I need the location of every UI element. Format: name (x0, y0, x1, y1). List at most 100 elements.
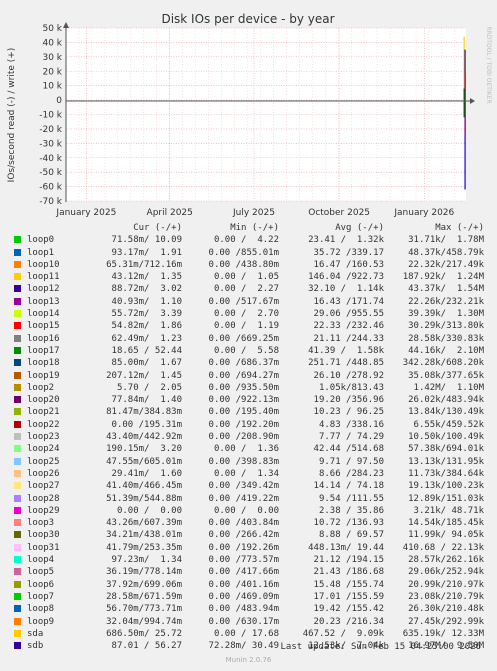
legend-min: 0.00 /469.09m (208, 591, 279, 602)
legend-row: loop29 0.00 / 0.00 0.00 / 0.00 2.38 / 35.86… (0, 505, 497, 517)
legend-max: 20.99k/210.97k (408, 579, 484, 590)
legend-max: 22.26k/232.21k (408, 296, 484, 307)
y-tick-label: -30 k (39, 139, 63, 149)
x-tick-label: April 2025 (147, 208, 193, 218)
legend-max: 13.84k/130.49k (408, 407, 484, 418)
legend-row: loop28 51.39m/544.88m 0.00 /419.22m 9.54 /1… (0, 493, 497, 505)
legend-min: 0.00 /192.26m (208, 542, 279, 553)
legend-avg: 29.06 /955.55 (313, 309, 384, 320)
legend-avg: 26.10 /278.92 (313, 370, 384, 381)
legend-swatch (14, 433, 21, 441)
legend-max: 342.28k/608.20k (402, 358, 484, 369)
legend-min: 0.00 /192.20m (208, 419, 279, 430)
legend-name: loop29 (27, 505, 60, 516)
x-axis-arrow (470, 98, 475, 104)
legend-swatch (14, 457, 21, 465)
legend-cur: 32.04m/994.74m (106, 616, 182, 627)
legend-row: loop14 55.72m/ 3.39 0.00 / 2.70 29.06 /955.… (0, 308, 497, 320)
legend-max: 13.13k/131.95k (408, 456, 484, 467)
legend-max: 35.08k/377.65k (408, 370, 484, 381)
legend-avg: 1.05k/813.43 (318, 382, 384, 393)
legend-cur: 97.23m/ 1.34 (111, 555, 182, 566)
legend-row: loop16 62.49m/ 1.23 0.00 /669.25m 21.11 /24… (0, 333, 497, 345)
legend-row: loop5 36.19m/778.14m 0.00 /417.66m 21.43 /1… (0, 566, 497, 578)
legend-name: loop18 (27, 358, 60, 369)
legend-avg: 19.20 /356.96 (313, 395, 384, 406)
legend-min: 0.00 /773.57m (208, 555, 279, 566)
legend-avg: 15.48 /155.74 (313, 579, 384, 590)
legend-min: 0.00 / 4.22 (213, 235, 279, 246)
legend-max: 44.16k/ 2.10M (408, 345, 484, 356)
legend-max: 28.58k/330.83k (408, 333, 484, 344)
legend-cur: 190.15m/ 3.20 (106, 444, 182, 455)
legend-max: 635.19k/ 12.33M (402, 628, 484, 639)
legend-row: loop21 81.47m/384.83m 0.00 /195.40m 10.23 /… (0, 406, 497, 418)
legend-min: 0.00 / 1.19 (213, 321, 279, 332)
legend-cur: 88.72m/ 3.02 (111, 284, 182, 295)
legend-row: loop12 88.72m/ 3.02 0.00 / 2.27 32.10 / 1.1… (0, 283, 497, 295)
legend-row: loop20 77.84m/ 1.40 0.00 /922.13m 19.20 /35… (0, 394, 497, 406)
legend-name: loop19 (27, 370, 60, 381)
legend-max: 6.55k/459.52k (413, 419, 484, 430)
legend-avg: 32.10 / 1.14k (308, 284, 384, 295)
legend-swatch (14, 617, 21, 625)
y-tick-label: -20 k (39, 125, 63, 135)
legend-min: 0.00 /208.90m (208, 432, 279, 443)
y-tick-label: -60 k (39, 183, 63, 193)
legend-max: 1.42M/ 1.10M (413, 382, 484, 393)
legend-name: loop0 (27, 235, 55, 246)
legend-cur: 18.65 / 52.44 (111, 345, 182, 356)
legend-row: loop26 29.41m/ 1.60 0.00 / 1.34 8.66 /284.2… (0, 468, 497, 480)
legend-cur: 686.50m/ 25.72 (106, 628, 182, 639)
legend-avg: 21.11 /244.33 (313, 333, 384, 344)
legend-avg: 35.72 /339.17 (313, 247, 384, 258)
legend-cur: 51.39m/544.88m (106, 493, 182, 504)
legend-name: loop11 (27, 272, 60, 283)
y-tick-labels: 50 k 40 k 30 k 20 k 10 k 0 -10 k -20 k -30 k -40 … (39, 24, 63, 207)
legend-min: 0.00 /419.22m (208, 493, 279, 504)
legend-name: loop17 (27, 345, 60, 356)
legend-row: loop15 54.82m/ 1.86 0.00 / 1.19 22.33 /232.… (0, 320, 497, 332)
legend-name: loop31 (27, 542, 60, 553)
y-tick-label: -70 k (39, 197, 63, 207)
legend-name: loop21 (27, 407, 60, 418)
legend-swatch (14, 592, 21, 600)
header-avg: Avg (-/+) (335, 223, 384, 233)
legend-swatch (14, 285, 21, 293)
legend-avg: 17.01 /155.59 (313, 591, 384, 602)
legend-name: loop8 (27, 604, 55, 615)
legend-swatch (14, 322, 21, 330)
last-update: Last update: Sun Feb 15 04:25:00 2026 (280, 642, 481, 652)
legend-row: loop22 0.00 /195.31m 0.00 /192.20m 4.83 /33… (0, 419, 497, 431)
legend-swatch (14, 236, 21, 244)
y-axis-label: IOs/second read (-) / write (+) (7, 48, 17, 183)
legend-row: loop18 85.00m/ 1.67 0.00 /686.37m 251.71 /4… (0, 357, 497, 369)
legend-swatch (14, 310, 21, 318)
legend-cur: 41.40m/466.45m (106, 481, 182, 492)
legend-avg: 8.66 /284.23 (318, 468, 384, 479)
legend-row: loop25 47.55m/605.01m 0.00 /398.83m 9.71 / … (0, 456, 497, 468)
legend-cur: 87.01 / 56.27 (111, 641, 182, 652)
legend-swatch (14, 248, 21, 256)
legend-swatch (14, 445, 21, 453)
legend-min: 0.00 /630.17m (208, 616, 279, 627)
header-min: Min (-/+) (230, 223, 279, 233)
legend-min: 0.00 / 1.05 (213, 272, 279, 283)
legend-swatch (14, 605, 21, 613)
y-tick-label: 0 (56, 96, 62, 106)
legend-max: 12.89k/151.03k (408, 493, 484, 504)
legend-swatch (14, 408, 21, 416)
legend-min: 0.00 /403.84m (208, 518, 279, 529)
legend-name: sdb (27, 641, 44, 652)
legend-max: 39.39k/ 1.30M (408, 309, 484, 320)
legend-name: loop3 (27, 518, 55, 529)
legend-min: 0.00 /398.83m (208, 456, 279, 467)
legend-rows: loop0 71.58m/ 10.09 0.00 / 4.22 23.41 / 1.3… (0, 234, 497, 652)
legend-cur: 5.70 / 2.05 (116, 382, 182, 393)
y-tick-label: 20 k (42, 67, 62, 77)
legend-cur: 36.19m/778.14m (106, 567, 182, 578)
legend-avg: 10.23 / 96.25 (313, 407, 384, 418)
legend-avg: 4.83 /338.16 (318, 419, 384, 430)
rrdtool-credit: RRDTOOL / TOBI OETIKER (485, 26, 492, 103)
legend-max: 28.57k/262.16k (408, 555, 484, 566)
